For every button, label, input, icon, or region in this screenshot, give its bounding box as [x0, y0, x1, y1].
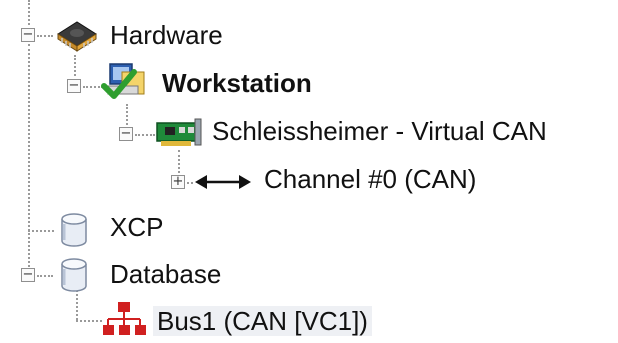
tree-node-hardware[interactable]: Hardware: [110, 20, 223, 50]
tree-connector: [28, 0, 30, 25]
collapse-toggle-hardware[interactable]: −: [21, 28, 35, 42]
database-icon: [56, 257, 92, 293]
tree-node-device[interactable]: Schleissheimer - Virtual CAN: [212, 116, 547, 146]
collapse-toggle-workstation[interactable]: −: [67, 79, 81, 93]
tree-connector: [74, 55, 76, 76]
chip-icon: [54, 18, 100, 54]
tree-node-database[interactable]: Database: [110, 259, 221, 289]
network-card-icon: [155, 117, 205, 149]
tree-node-channel[interactable]: Channel #0 (CAN): [264, 164, 476, 194]
double-arrow-icon: [193, 172, 253, 192]
tree-connector: [37, 35, 53, 37]
network-topology-icon: [102, 300, 146, 338]
tree-view: − Hardware − Workstation − Schleissheime…: [0, 0, 618, 343]
tree-connector: [178, 150, 180, 173]
tree-node-xcp[interactable]: XCP: [110, 212, 163, 242]
database-icon: [56, 212, 92, 248]
tree-connector: [37, 275, 53, 277]
workstation-check-icon: [100, 62, 148, 102]
tree-connector: [76, 320, 102, 322]
collapse-toggle-device[interactable]: −: [119, 127, 133, 141]
tree-node-workstation[interactable]: Workstation: [162, 68, 312, 98]
tree-connector: [135, 134, 155, 136]
expand-toggle-channel[interactable]: +: [171, 175, 185, 189]
tree-connector: [28, 44, 30, 275]
tree-connector: [28, 230, 54, 232]
tree-node-bus1[interactable]: Bus1 (CAN [VC1]): [153, 306, 372, 336]
tree-connector: [126, 104, 128, 125]
collapse-toggle-database[interactable]: −: [21, 268, 35, 282]
